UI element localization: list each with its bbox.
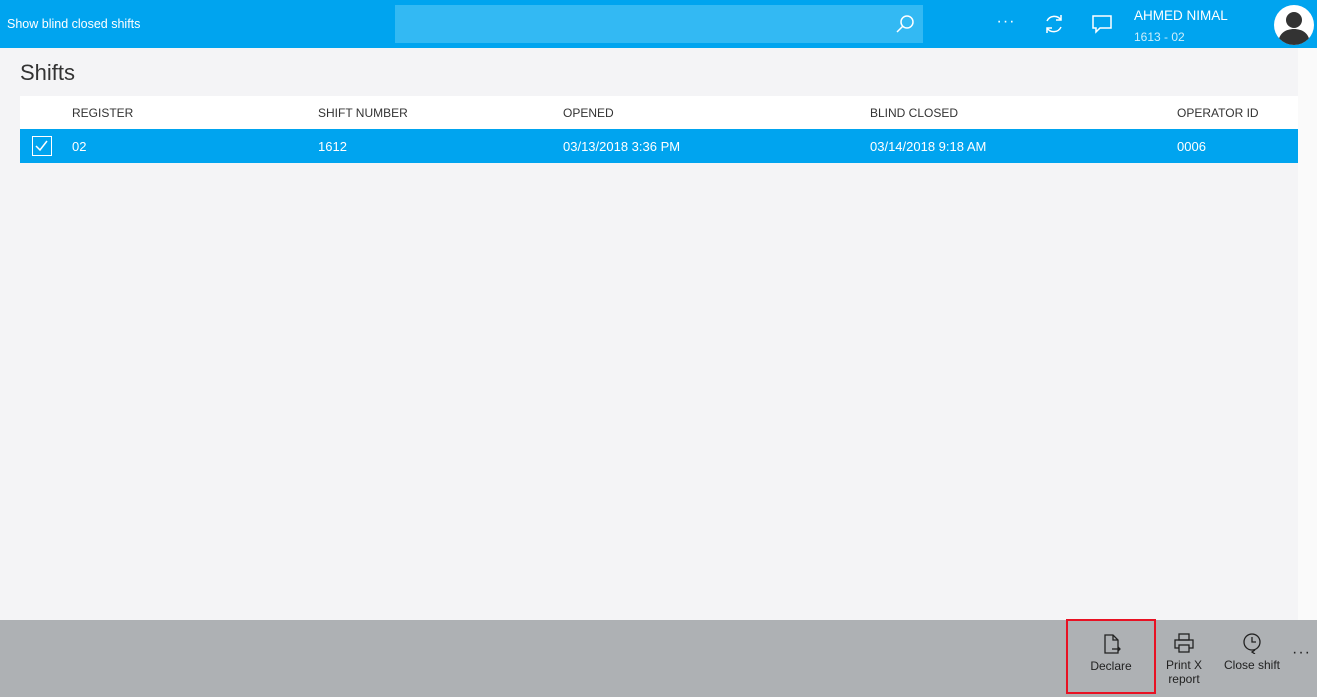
- declare-document-icon: [1104, 634, 1121, 654]
- column-header-blind-closed[interactable]: BLIND CLOSED: [870, 106, 958, 120]
- user-avatar-icon: [1278, 12, 1310, 45]
- top-bar: Show blind closed shifts ··· AHMED NIMAL…: [0, 0, 1317, 48]
- cell-register: 02: [72, 139, 87, 154]
- column-header-shift-number[interactable]: SHIFT NUMBER: [318, 106, 408, 120]
- cell-blind-closed: 03/14/2018 9:18 AM: [870, 139, 987, 154]
- right-edge: [1298, 48, 1317, 620]
- search-box[interactable]: [395, 5, 923, 43]
- row-checkbox[interactable]: [32, 136, 52, 156]
- more-commands-icon[interactable]: ···: [1292, 644, 1311, 662]
- column-header-register[interactable]: REGISTER: [72, 106, 133, 120]
- print-x-report-label-line1: Print X: [1165, 658, 1202, 672]
- store-register: 1613 - 02: [1134, 30, 1185, 44]
- cell-operator-id: 0006: [1177, 139, 1206, 154]
- avatar[interactable]: [1274, 5, 1314, 45]
- more-options-icon[interactable]: ···: [994, 10, 1018, 34]
- page-tag: Show blind closed shifts: [7, 17, 141, 31]
- search-icon[interactable]: [895, 14, 915, 34]
- clock-icon: [1243, 633, 1261, 654]
- print-x-report-label-line2: report: [1168, 672, 1200, 686]
- page-title: Shifts: [20, 60, 76, 85]
- user-name[interactable]: AHMED NIMAL: [1134, 8, 1228, 23]
- message-icon[interactable]: [1090, 12, 1114, 36]
- column-header-operator-id[interactable]: OPERATOR ID: [1177, 106, 1259, 120]
- shifts-grid: REGISTER SHIFT NUMBER OPENED BLIND CLOSE…: [20, 96, 1298, 620]
- close-shift-label: Close shift: [1223, 658, 1281, 672]
- declare-label: Declare: [1090, 659, 1132, 673]
- print-x-report-button[interactable]: Print X report: [1158, 620, 1210, 697]
- app-bar: Declare Print X report Close shift ···: [0, 619, 1317, 697]
- printer-icon: [1174, 633, 1194, 653]
- sync-icon[interactable]: [1042, 12, 1066, 36]
- cell-opened: 03/13/2018 3:36 PM: [563, 139, 681, 154]
- checkmark-icon: [35, 140, 48, 152]
- table-row[interactable]: 02 1612 03/13/2018 3:36 PM 03/14/2018 9:…: [20, 129, 1298, 163]
- grid-header: REGISTER SHIFT NUMBER OPENED BLIND CLOSE…: [20, 96, 1298, 129]
- declare-button[interactable]: Declare: [1066, 619, 1156, 694]
- column-header-opened[interactable]: OPENED: [563, 106, 614, 120]
- cell-shift-number: 1612: [318, 139, 347, 154]
- close-shift-button[interactable]: Close shift: [1218, 620, 1286, 697]
